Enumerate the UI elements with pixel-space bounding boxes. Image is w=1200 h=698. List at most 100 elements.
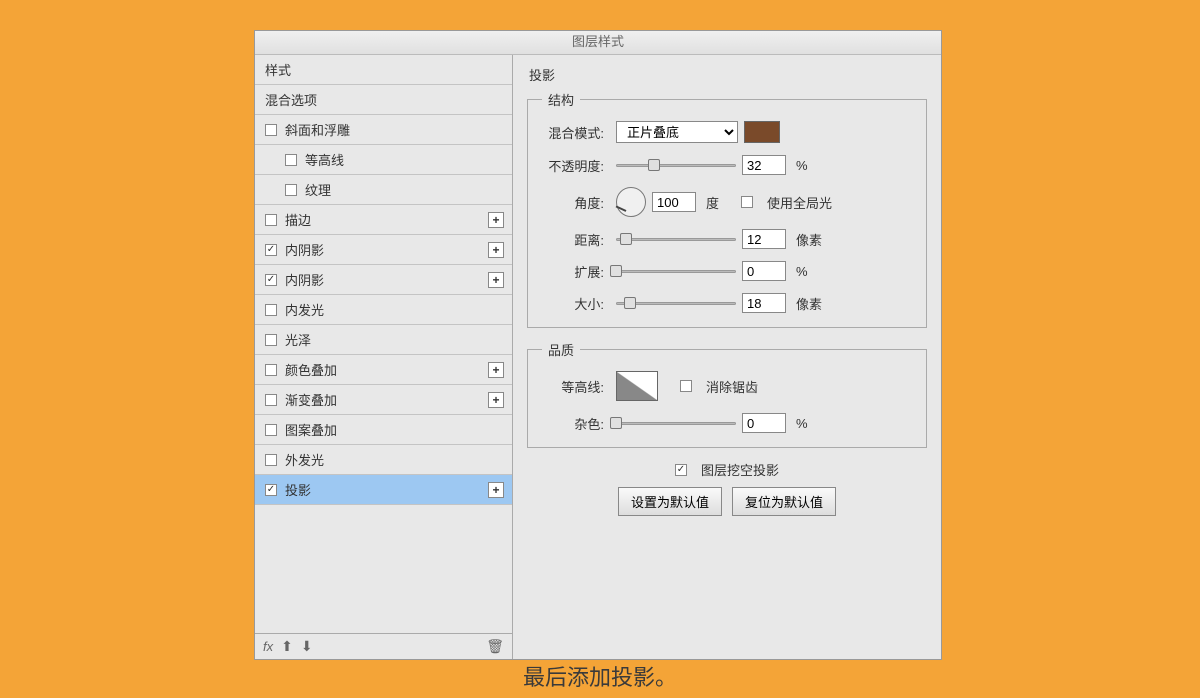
blend-options-header[interactable]: 混合选项: [255, 85, 512, 115]
distance-label: 距离:: [542, 230, 604, 249]
size-label: 大小:: [542, 294, 604, 313]
angle-unit: 度: [706, 193, 719, 212]
style-checkbox[interactable]: [265, 364, 277, 376]
style-item-label: 图案叠加: [285, 420, 337, 439]
fx-menu[interactable]: fx: [263, 639, 273, 654]
add-effect-icon[interactable]: +: [488, 242, 504, 258]
caption-text: 最后添加投影。: [0, 660, 1200, 692]
spread-row: 扩展: %: [542, 261, 912, 281]
style-checkbox[interactable]: [285, 184, 297, 196]
style-item[interactable]: 内发光: [255, 295, 512, 325]
style-item-label: 光泽: [285, 330, 311, 349]
shadow-color-swatch[interactable]: [744, 121, 780, 143]
style-checkbox[interactable]: [265, 454, 277, 466]
size-row: 大小: 像素: [542, 293, 912, 313]
quality-group: 品质 等高线: 消除锯齿 杂色: %: [527, 340, 927, 448]
angle-row: 角度: 度 使用全局光: [542, 187, 912, 217]
spread-unit: %: [796, 264, 808, 279]
knockout-checkbox[interactable]: [675, 464, 687, 476]
global-light-label: 使用全局光: [767, 193, 832, 212]
layer-style-dialog: 图层样式 样式 混合选项 斜面和浮雕等高线纹理描边+内阴影+内阴影+内发光光泽颜…: [254, 30, 942, 660]
style-item[interactable]: 描边 +: [255, 205, 512, 235]
noise-input[interactable]: [742, 413, 786, 433]
spread-label: 扩展:: [542, 262, 604, 281]
add-effect-icon[interactable]: +: [488, 212, 504, 228]
styles-sidebar: 样式 混合选项 斜面和浮雕等高线纹理描边+内阴影+内阴影+内发光光泽颜色叠加+渐…: [255, 55, 513, 659]
settings-panel: 投影 结构 混合模式: 正片叠底 不透明度: % 角度:: [513, 55, 941, 659]
style-checkbox[interactable]: [265, 484, 277, 496]
style-item-label: 渐变叠加: [285, 390, 337, 409]
angle-dial[interactable]: [616, 187, 646, 217]
style-item[interactable]: 渐变叠加 +: [255, 385, 512, 415]
antialias-checkbox[interactable]: [680, 380, 692, 392]
add-effect-icon[interactable]: +: [488, 392, 504, 408]
style-item[interactable]: 投影+: [255, 475, 512, 505]
style-item[interactable]: 等高线: [255, 145, 512, 175]
styles-header[interactable]: 样式: [255, 55, 512, 85]
style-item[interactable]: 纹理: [255, 175, 512, 205]
move-up-icon[interactable]: ⬆: [281, 638, 293, 655]
blend-mode-row: 混合模式: 正片叠底: [542, 121, 912, 143]
distance-input[interactable]: [742, 229, 786, 249]
trash-icon[interactable]: 🗑: [486, 638, 504, 655]
style-item[interactable]: 颜色叠加 +: [255, 355, 512, 385]
style-checkbox[interactable]: [265, 394, 277, 406]
spread-input[interactable]: [742, 261, 786, 281]
style-item[interactable]: 图案叠加: [255, 415, 512, 445]
size-slider[interactable]: [616, 294, 736, 312]
distance-row: 距离: 像素: [542, 229, 912, 249]
blend-options-label: 混合选项: [265, 90, 317, 109]
noise-slider[interactable]: [616, 414, 736, 432]
style-checkbox[interactable]: [265, 424, 277, 436]
style-item[interactable]: 外发光: [255, 445, 512, 475]
move-down-icon[interactable]: ⬇: [301, 638, 313, 655]
noise-label: 杂色:: [542, 414, 604, 433]
add-effect-icon[interactable]: +: [488, 362, 504, 378]
size-input[interactable]: [742, 293, 786, 313]
structure-legend: 结构: [542, 90, 580, 109]
styles-list: 样式 混合选项 斜面和浮雕等高线纹理描边+内阴影+内阴影+内发光光泽颜色叠加+渐…: [255, 55, 512, 633]
set-default-button[interactable]: 设置为默认值: [618, 487, 722, 516]
add-effect-icon[interactable]: +: [488, 272, 504, 288]
styles-header-label: 样式: [265, 60, 291, 79]
style-checkbox[interactable]: [265, 124, 277, 136]
distance-slider[interactable]: [616, 230, 736, 248]
style-item[interactable]: 内阴影 +: [255, 265, 512, 295]
style-item-label: 内发光: [285, 300, 324, 319]
angle-label: 角度:: [542, 193, 604, 212]
style-item[interactable]: 内阴影 +: [255, 235, 512, 265]
spread-slider[interactable]: [616, 262, 736, 280]
style-checkbox[interactable]: [285, 154, 297, 166]
knockout-label: 图层挖空投影: [701, 460, 779, 479]
style-checkbox[interactable]: [265, 334, 277, 346]
opacity-unit: %: [796, 158, 808, 173]
blend-mode-label: 混合模式:: [542, 123, 604, 142]
size-unit: 像素: [796, 294, 822, 313]
style-item-label: 颜色叠加: [285, 360, 337, 379]
style-checkbox[interactable]: [265, 214, 277, 226]
reset-default-button[interactable]: 复位为默认值: [732, 487, 836, 516]
angle-input[interactable]: [652, 192, 696, 212]
style-item-label: 内阴影: [285, 270, 324, 289]
knockout-row: 图层挖空投影: [527, 460, 927, 479]
style-item-label: 内阴影: [285, 240, 324, 259]
distance-unit: 像素: [796, 230, 822, 249]
style-item[interactable]: 斜面和浮雕: [255, 115, 512, 145]
opacity-slider[interactable]: [616, 156, 736, 174]
style-item-label: 外发光: [285, 450, 324, 469]
blend-mode-select[interactable]: 正片叠底: [616, 121, 738, 143]
style-checkbox[interactable]: [265, 244, 277, 256]
opacity-input[interactable]: [742, 155, 786, 175]
antialias-label: 消除锯齿: [706, 377, 758, 396]
noise-unit: %: [796, 416, 808, 431]
style-checkbox[interactable]: [265, 304, 277, 316]
style-item[interactable]: 光泽: [255, 325, 512, 355]
contour-picker[interactable]: [616, 371, 658, 401]
noise-row: 杂色: %: [542, 413, 912, 433]
global-light-checkbox[interactable]: [741, 196, 753, 208]
add-effect-icon[interactable]: +: [488, 482, 504, 498]
style-item-label: 描边: [285, 210, 311, 229]
default-buttons-row: 设置为默认值 复位为默认值: [527, 487, 927, 516]
structure-group: 结构 混合模式: 正片叠底 不透明度: % 角度:: [527, 90, 927, 328]
style-checkbox[interactable]: [265, 274, 277, 286]
